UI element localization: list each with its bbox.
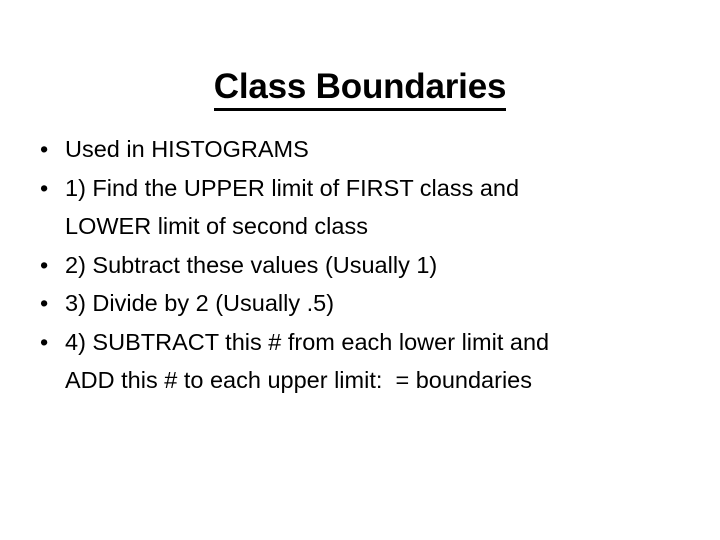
bullet-line: 3) Divide by 2 (Usually .5) (65, 290, 335, 316)
list-item: • Used in HISTOGRAMS (26, 130, 698, 169)
slide-canvas: Class Boundaries • Used in HISTOGRAMS • … (0, 0, 720, 540)
page-title: Class Boundaries (213, 67, 506, 111)
bullet-line-continuation: ADD this # to each upper limit: = bounda… (65, 367, 532, 393)
list-item: • 2) Subtract these values (Usually 1) (26, 246, 698, 285)
bullet-icon: • (40, 136, 49, 162)
list-item: • 4) SUBTRACT this # from each lower lim… (26, 323, 698, 400)
bullet-list: • Used in HISTOGRAMS • 1) Find the UPPER… (26, 130, 698, 400)
list-item: • 1) Find the UPPER limit of FIRST class… (26, 169, 698, 246)
list-item: • 3) Divide by 2 (Usually .5) (26, 284, 698, 323)
bullet-icon: • (40, 328, 49, 355)
bullet-line: Used in HISTOGRAMS (65, 136, 309, 162)
bullet-icon: • (40, 251, 49, 278)
slide-body: • Used in HISTOGRAMS • 1) Find the UPPER… (26, 130, 698, 400)
bullet-line: 1) Find the UPPER limit of FIRST class a… (65, 174, 520, 201)
bullet-line: 2) Subtract these values (Usually 1) (65, 251, 438, 278)
bullet-line-continuation: LOWER limit of second class (65, 213, 368, 239)
slide-title-container: Class Boundaries (0, 44, 720, 134)
bullet-icon: • (40, 174, 49, 201)
bullet-line: 4) SUBTRACT this # from each lower limit… (65, 328, 550, 355)
bullet-icon: • (40, 290, 49, 316)
